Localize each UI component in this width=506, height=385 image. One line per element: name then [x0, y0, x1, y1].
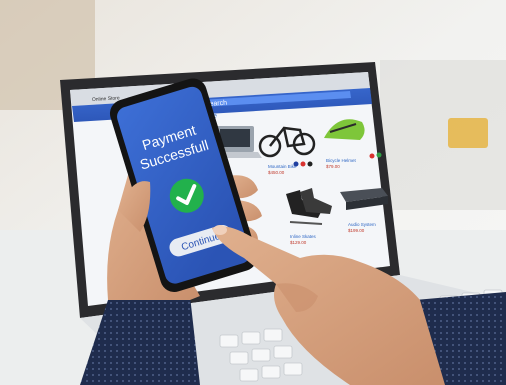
photo-scene: Search Online Store Sale Mountain Bike $… — [0, 0, 506, 385]
color-swatches — [293, 161, 313, 167]
svg-text:Inline Skates: Inline Skates — [290, 234, 317, 239]
svg-text:$450.00: $450.00 — [268, 170, 285, 175]
svg-text:$199.00: $199.00 — [348, 228, 365, 233]
right-fingernail — [213, 225, 227, 235]
background-object — [448, 118, 488, 148]
svg-text:Audio System: Audio System — [348, 222, 376, 227]
svg-text:Mountain Bike: Mountain Bike — [268, 164, 297, 169]
svg-text:Bicycle Helmet: Bicycle Helmet — [326, 158, 357, 163]
svg-text:$79.00: $79.00 — [326, 164, 340, 169]
scene-illustration: Search Online Store Sale Mountain Bike $… — [0, 0, 506, 385]
svg-text:$129.00: $129.00 — [290, 240, 307, 245]
